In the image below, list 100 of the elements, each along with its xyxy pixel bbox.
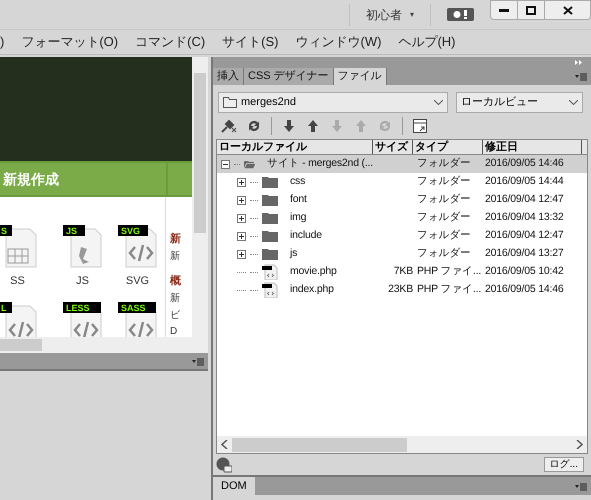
expander-icon[interactable]: [237, 232, 246, 240]
site-dropdown[interactable]: merges2nd: [218, 92, 448, 113]
panel-tab[interactable]: 挿入: [213, 68, 244, 85]
panel-menu-icon[interactable]: [575, 73, 587, 81]
menu-item[interactable]: ): [0, 32, 4, 52]
refresh-icon[interactable]: [247, 119, 261, 133]
side-text: 新: [170, 250, 181, 264]
folder-icon: [262, 248, 278, 260]
file-type: フォルダー: [417, 174, 472, 190]
file-modified: 2016/09/04 12:47: [485, 192, 564, 208]
file-name: css: [290, 174, 306, 190]
chevron-down-icon: [569, 100, 578, 105]
php-file-icon: [262, 282, 278, 298]
scroll-left-icon[interactable]: [221, 440, 228, 449]
disconnect-icon[interactable]: [221, 119, 237, 133]
folder-icon: [223, 97, 237, 108]
expander-icon[interactable]: [237, 178, 246, 186]
folder-icon: [262, 194, 278, 206]
close-button[interactable]: [545, 0, 591, 20]
globe-icon[interactable]: [216, 456, 232, 472]
folder-icon: [262, 230, 278, 242]
menu-item[interactable]: ヘルプ(H): [398, 32, 456, 52]
menu-item[interactable]: フォーマット(O): [21, 32, 118, 52]
section-header: 新規作成: [2, 170, 60, 188]
chevron-down-icon: [434, 100, 443, 105]
expander-icon[interactable]: [237, 250, 246, 258]
file-modified: 2016/09/04 13:32: [485, 210, 564, 226]
file-name: img: [290, 210, 306, 226]
panel-tab[interactable]: CSS デザイナー: [244, 68, 334, 85]
vertical-scrollbar[interactable]: [192, 57, 208, 353]
file-type-label: SVG: [126, 274, 150, 289]
collapse-icon[interactable]: [575, 60, 583, 64]
menu-item[interactable]: コマンド(C): [135, 32, 206, 52]
expand-view-icon[interactable]: [413, 119, 427, 133]
file-row[interactable]: font フォルダー 2016/09/04 12:47: [217, 191, 587, 209]
file-size: 23KB: [387, 282, 413, 298]
horizontal-scrollbar[interactable]: [217, 436, 587, 453]
view-dropdown[interactable]: ローカルビュー: [456, 92, 583, 113]
file-type-label: JS: [76, 274, 89, 289]
expander-icon[interactable]: [221, 160, 230, 168]
file-modified: 2016/09/04 12:47: [485, 228, 564, 244]
file-name: font: [290, 192, 307, 208]
folder-icon: [262, 212, 278, 224]
file-type: フォルダー: [417, 246, 472, 262]
file-row[interactable]: img フォルダー 2016/09/04 13:32: [217, 209, 587, 227]
maximize-button[interactable]: [518, 0, 545, 20]
caret-icon[interactable]: ▾: [410, 8, 414, 20]
file-name: js: [290, 246, 298, 262]
folder-icon: [262, 176, 278, 188]
side-text: 新: [170, 293, 181, 306]
file-type: フォルダー: [417, 192, 472, 208]
maximize-icon: [526, 6, 536, 14]
scroll-right-icon[interactable]: [576, 440, 583, 449]
side-text: 新: [170, 233, 181, 247]
file-name: サイト - merges2nd (...: [266, 156, 373, 172]
check-in-icon[interactable]: [354, 119, 368, 133]
menu-item[interactable]: ウィンドウ(W): [296, 32, 382, 52]
file-name: include: [290, 228, 322, 244]
panel-tab[interactable]: DOM: [213, 477, 255, 495]
check-out-icon[interactable]: [330, 119, 344, 133]
menu-item[interactable]: サイト(S): [222, 32, 279, 52]
file-row[interactable]: include フォルダー 2016/09/04 12:47: [217, 227, 587, 245]
column-header[interactable]: ローカルファイル: [217, 140, 373, 154]
panel-menu-icon[interactable]: [575, 483, 587, 491]
file-type: フォルダー: [417, 156, 472, 172]
column-header[interactable]: タイプ: [413, 140, 483, 154]
minimize-button[interactable]: [490, 0, 518, 20]
expander-icon[interactable]: [237, 214, 246, 222]
file-type: PHP ファイ...: [417, 264, 482, 280]
column-header[interactable]: サイズ: [373, 140, 413, 154]
file-size: 7KB: [392, 264, 413, 280]
file-modified: 2016/09/04 13:27: [485, 246, 564, 262]
side-text: ビ: [170, 310, 181, 322]
close-icon: [562, 6, 572, 14]
file-row[interactable]: css フォルダー 2016/09/05 14:44: [217, 173, 587, 191]
file-name: movie.php: [290, 264, 337, 280]
upload-icon[interactable]: [306, 119, 320, 133]
file-modified: 2016/09/05 14:46: [485, 156, 564, 172]
file-row[interactable]: js フォルダー 2016/09/04 13:27: [217, 245, 587, 263]
log-button[interactable]: ログ...: [544, 457, 584, 472]
panel-tab[interactable]: ファイル: [334, 68, 387, 85]
file-row[interactable]: movie.php 7KB PHP ファイ... 2016/09/05 10:42: [217, 263, 587, 281]
file-type-label: SS: [10, 274, 25, 289]
file-type: フォルダー: [417, 228, 472, 244]
file-type: フォルダー: [417, 210, 472, 226]
php-file-icon: [262, 264, 278, 280]
column-header[interactable]: 修正日: [483, 140, 582, 154]
workspace-switcher[interactable]: 初心者: [366, 6, 402, 24]
horizontal-scrollbar[interactable]: [0, 337, 192, 353]
file-modified: 2016/09/05 14:46: [485, 282, 564, 298]
folder-icon: [244, 158, 255, 170]
file-row[interactable]: サイト - merges2nd (... フォルダー 2016/09/05 14:46: [217, 155, 587, 173]
file-row[interactable]: index.php 23KB PHP ファイ... 2016/09/05 14:46: [217, 281, 587, 299]
minimize-icon: [499, 8, 509, 12]
download-icon[interactable]: [282, 119, 296, 133]
expander-icon[interactable]: [237, 196, 246, 204]
sync-settings-icon[interactable]: [447, 8, 474, 21]
file-modified: 2016/09/05 10:42: [485, 264, 564, 280]
side-text: D: [170, 326, 178, 337]
panel-menu-icon[interactable]: [192, 358, 204, 366]
